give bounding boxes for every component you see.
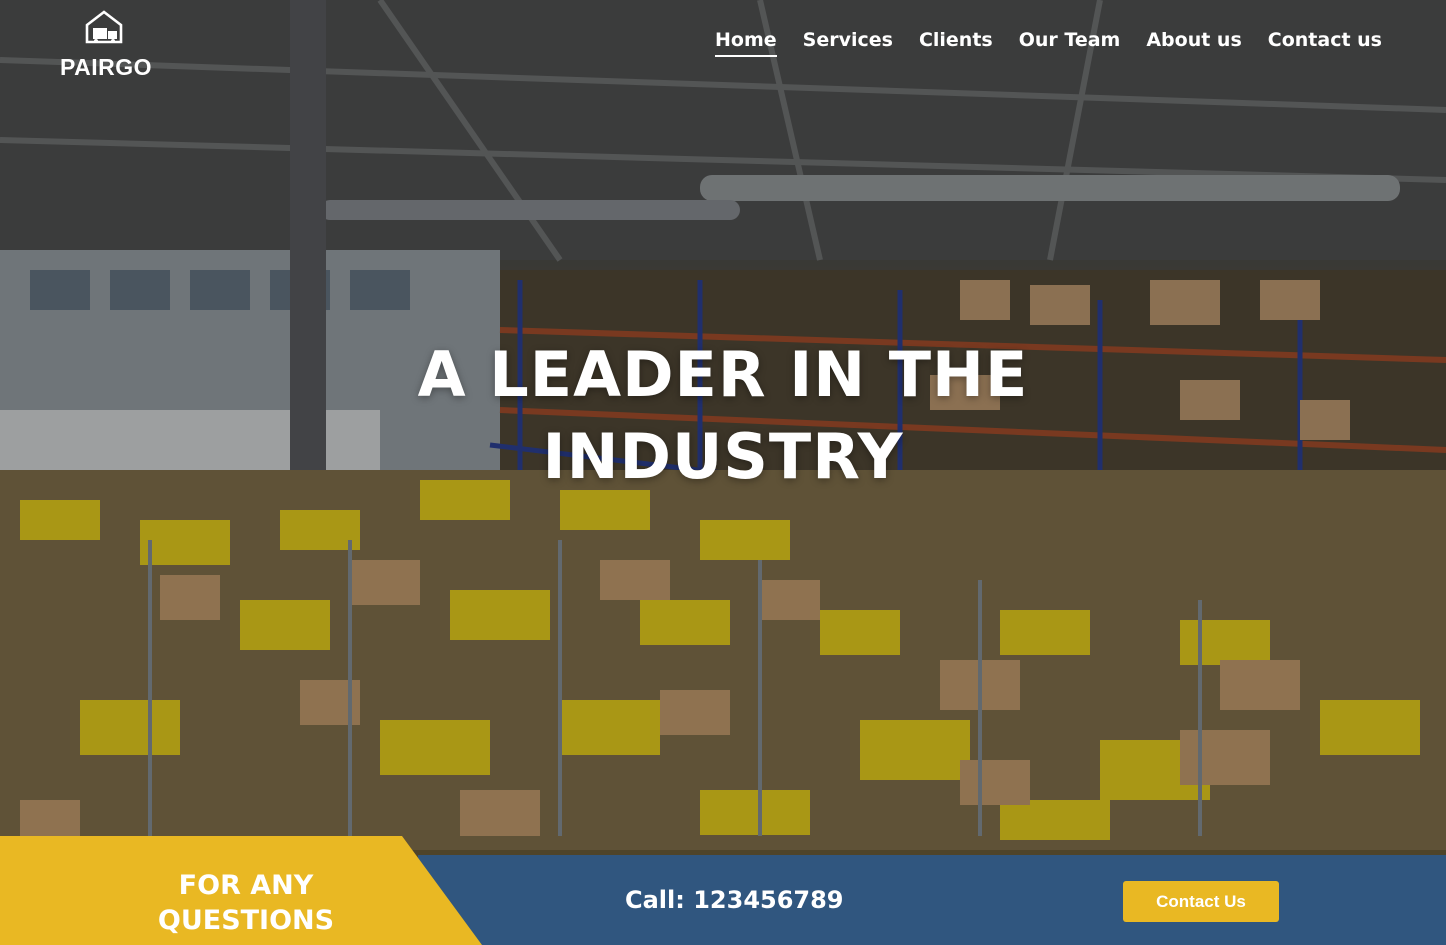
cta-question-text: FOR ANY QUESTIONS (140, 868, 352, 938)
nav-link-contact-us[interactable]: Contact us (1268, 29, 1382, 57)
hero-headline: A LEADER IN THE INDUSTRY (0, 334, 1446, 498)
nav-link-clients[interactable]: Clients (919, 29, 993, 57)
call-phone-number[interactable]: Call: 123456789 (625, 886, 844, 914)
nav-link-about-us[interactable]: About us (1146, 29, 1241, 57)
brand-name: PAIRGO (60, 54, 153, 80)
nav-link-home[interactable]: Home (715, 29, 777, 57)
hero-headline-line-2: INDUSTRY (542, 419, 904, 493)
nav-link-services[interactable]: Services (803, 29, 893, 57)
warehouse-truck-icon (85, 10, 123, 44)
cta-question-line-1: FOR ANY (178, 870, 314, 901)
brand-logo[interactable]: PAIRGO (58, 10, 158, 80)
main-navigation: Home Services Clients Our Team About us … (715, 29, 1382, 57)
contact-us-button[interactable]: Contact Us (1123, 881, 1279, 922)
nav-link-our-team[interactable]: Our Team (1019, 29, 1121, 57)
contact-cta-band: FOR ANY QUESTIONS Call: 123456789 Contac… (0, 836, 1446, 945)
hero-headline-line-1: A LEADER IN THE (417, 337, 1029, 411)
cta-blue-panel (418, 855, 1446, 945)
cta-question-line-2: QUESTIONS (157, 905, 335, 936)
